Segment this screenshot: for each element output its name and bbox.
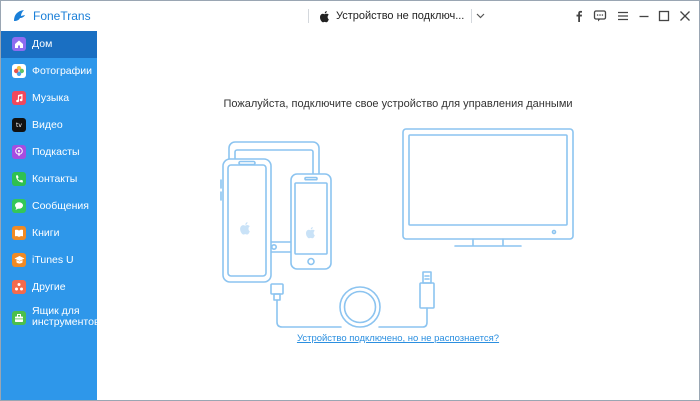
photos-icon — [12, 64, 26, 78]
maximize-icon[interactable] — [657, 9, 671, 23]
sidebar-item-label: Сообщения — [32, 200, 89, 212]
sidebar-item-itunes-u[interactable]: iTunes U — [1, 247, 97, 274]
close-icon[interactable] — [678, 9, 692, 23]
page-title: Пожалуйста, подключите свое устройство д… — [223, 98, 573, 110]
messages-icon — [12, 199, 26, 213]
sidebar-item-label: Ящик для инструментов — [32, 306, 100, 328]
tv-icon: tv — [12, 118, 26, 132]
title-bar: FoneTrans Устройство не подключ... — [1, 1, 699, 31]
large-phone-icon — [220, 158, 272, 283]
small-phone-icon — [290, 173, 332, 270]
chevron-down-icon — [476, 13, 485, 19]
device-not-recognized-link[interactable]: Устройство подключено, но не распознаетс… — [97, 333, 699, 344]
minimize-icon[interactable] — [637, 9, 651, 23]
fonetrans-logo-icon — [14, 10, 25, 21]
title-separator — [308, 9, 309, 23]
sidebar-item-podcasts[interactable]: Подкасты — [1, 139, 97, 166]
sidebar-item-label: Фотографии — [32, 65, 93, 77]
sidebar-item-books[interactable]: Книги — [1, 220, 97, 247]
sidebar-item-music[interactable]: Музыка — [1, 85, 97, 112]
sidebar-item-label: Видео — [32, 119, 63, 131]
sidebar-item-label: Дом — [32, 38, 53, 50]
app-window: FoneTrans Устройство не подключ... Дом Ф… — [0, 0, 700, 401]
books-icon — [12, 226, 26, 240]
toolbox-icon — [12, 311, 26, 325]
device-selector[interactable]: Устройство не подключ... — [319, 7, 485, 25]
music-icon — [12, 91, 26, 105]
sidebar-item-label: Книги — [32, 227, 60, 239]
home-icon — [12, 37, 26, 51]
other-icon — [12, 280, 26, 294]
sidebar-item-contacts[interactable]: Контакты — [1, 166, 97, 193]
sidebar: Дом Фотографии Музыка tv Видео Подкасты … — [1, 31, 100, 400]
monitor-icon — [402, 128, 574, 247]
main-panel: Пожалуйста, подключите свое устройство д… — [97, 31, 699, 400]
sidebar-item-photos[interactable]: Фотографии — [1, 58, 97, 85]
sidebar-item-label: iTunes U — [32, 254, 74, 266]
itunes-u-icon — [12, 253, 26, 267]
device-selector-label: Устройство не подключ... — [336, 10, 465, 22]
sidebar-item-label: Контакты — [32, 173, 78, 185]
usb-cable-icon — [270, 271, 435, 328]
menu-icon[interactable] — [616, 9, 630, 23]
connect-device-illustration — [220, 128, 574, 328]
app-title: FoneTrans — [33, 9, 91, 23]
sidebar-item-label: Подкасты — [32, 146, 80, 158]
facebook-icon[interactable] — [572, 9, 586, 23]
sidebar-item-label-line2: инструментов — [32, 316, 100, 328]
sidebar-item-label: Музыка — [32, 92, 70, 104]
sidebar-item-messages[interactable]: Сообщения — [1, 193, 97, 220]
sidebar-item-other[interactable]: Другие — [1, 274, 97, 301]
sidebar-item-label: Другие — [32, 281, 66, 293]
feedback-icon[interactable] — [593, 9, 607, 23]
phone-icon — [12, 172, 26, 186]
sidebar-item-toolbox[interactable]: Ящик для инструментов — [1, 303, 100, 333]
podcasts-icon — [12, 145, 26, 159]
sidebar-item-video[interactable]: tv Видео — [1, 112, 97, 139]
title-separator — [471, 9, 472, 23]
apple-icon — [320, 10, 329, 22]
sidebar-item-home[interactable]: Дом — [1, 31, 97, 58]
